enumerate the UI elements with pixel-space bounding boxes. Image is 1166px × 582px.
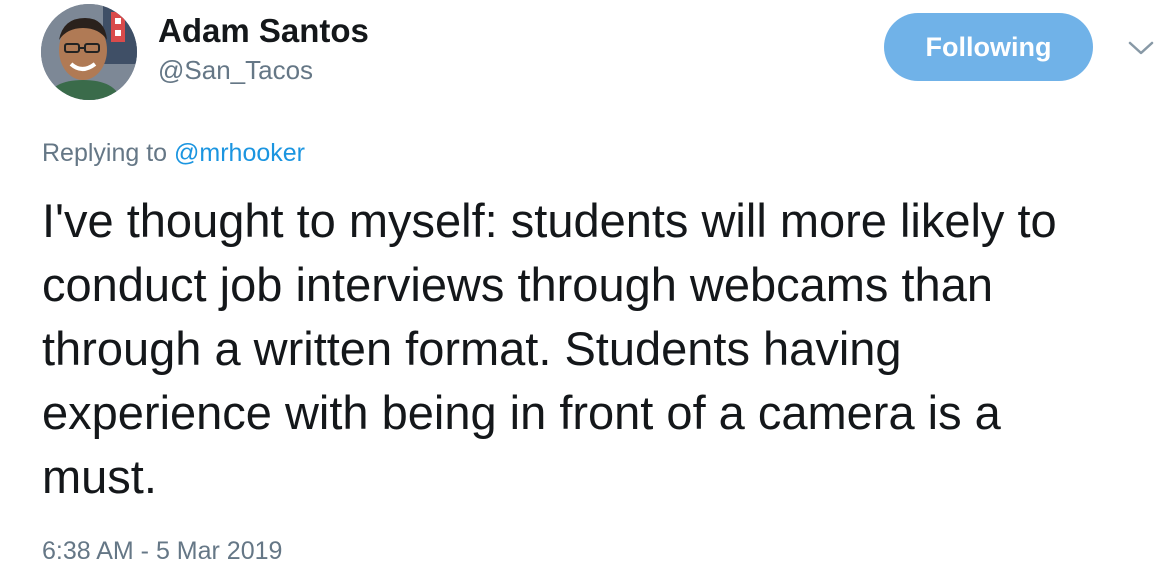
avatar-image [41, 4, 137, 100]
tweet-card: Adam Santos @San_Tacos Following Replyin… [0, 0, 1166, 582]
mention-link[interactable]: @mrhooker [174, 139, 305, 167]
tweet-timestamp[interactable]: 6:38 AM - 5 Mar 2019 [42, 535, 282, 567]
replying-to: Replying to @mrhooker [42, 137, 305, 169]
user-handle[interactable]: @San_Tacos [158, 54, 313, 86]
replying-to-label: Replying to [42, 139, 168, 167]
display-name[interactable]: Adam Santos [158, 12, 369, 50]
chevron-down-icon[interactable] [1126, 37, 1156, 59]
tweet-text: I've thought to myself: students will mo… [42, 194, 1057, 503]
avatar[interactable] [41, 4, 137, 100]
following-button[interactable]: Following [884, 13, 1093, 81]
